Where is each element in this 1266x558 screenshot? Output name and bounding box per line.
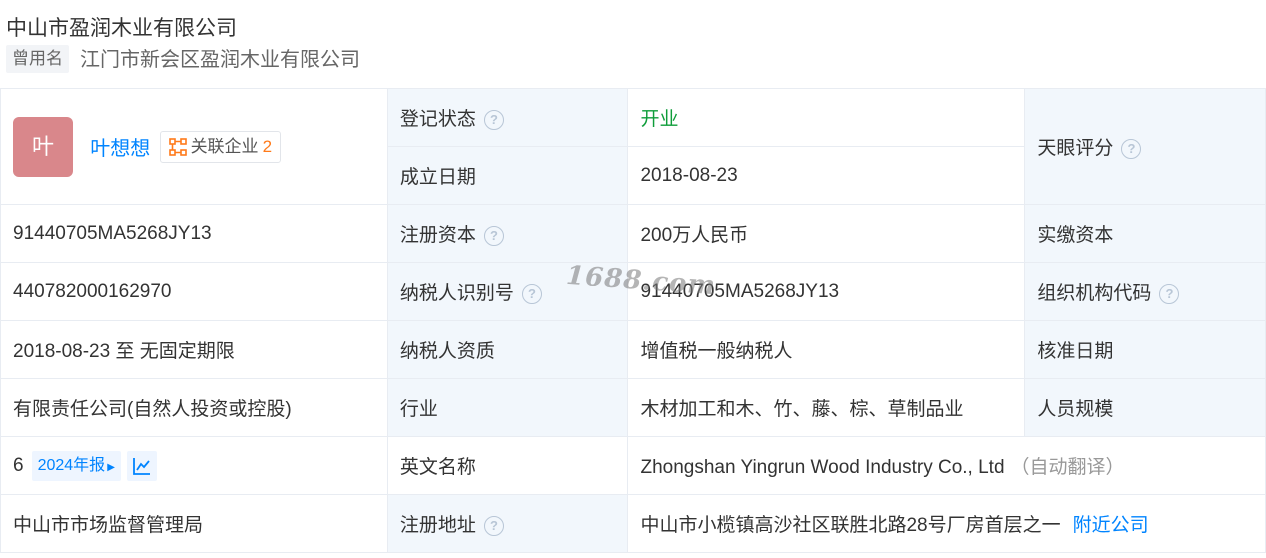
- label-english-name: 英文名称: [386, 436, 629, 495]
- question-circle-icon[interactable]: ?: [521, 283, 542, 304]
- related-label: 关联企业: [190, 136, 259, 156]
- value-english-name: Zhongshan Yingrun Wood Industry Co., Ltd…: [627, 436, 1266, 495]
- company-name: 中山市盈润木业有限公司: [6, 17, 237, 40]
- question-circle-icon[interactable]: ?: [483, 109, 504, 130]
- value-reg-status: 开业: [627, 88, 1026, 147]
- nearby-companies-link[interactable]: 附近公司: [1073, 515, 1149, 536]
- network-icon: [168, 138, 187, 156]
- label-org-code: 组织机构代码?: [1024, 262, 1266, 321]
- label-tianyan-score: 天眼评分?: [1024, 88, 1266, 205]
- value-taxpayer-quality: 增值税一般纳税人: [627, 320, 1026, 379]
- value-industry: 木材加工和木、竹、藤、棕、草制品业: [627, 378, 1026, 437]
- related-count: 2: [262, 136, 273, 156]
- legal-representative-cell: 叶 叶想想 关联企业 2: [0, 88, 388, 205]
- line-chart-icon[interactable]: [126, 450, 157, 481]
- label-reg-status: 登记状态?: [386, 88, 629, 147]
- value-business-term: 2018-08-23 至 无固定期限: [0, 320, 388, 379]
- value-credit-code: 91440705MA5268JY13: [0, 204, 388, 263]
- label-reg-address: 注册地址?: [386, 494, 629, 553]
- legal-rep-name-link[interactable]: 叶想想: [90, 138, 150, 160]
- caret-right-icon: ▶: [107, 461, 115, 473]
- label-founded-date: 成立日期: [386, 146, 629, 205]
- label-taxpayer-quality: 纳税人资质: [386, 320, 629, 379]
- label-approval-date: 核准日期: [1024, 320, 1266, 379]
- label-staff-size: 人员规模: [1024, 378, 1266, 437]
- related-companies-tag[interactable]: 关联企业 2: [159, 130, 282, 163]
- question-circle-icon[interactable]: ?: [483, 515, 504, 536]
- label-taxpayer-id: 纳税人识别号?: [386, 262, 629, 321]
- value-company-type: 有限责任公司(自然人投资或控股): [0, 378, 388, 437]
- value-reg-capital: 200万人民币: [627, 204, 1026, 263]
- label-reg-capital: 注册资本?: [386, 204, 629, 263]
- former-company-name: 江门市新会区盈润木业有限公司: [80, 49, 360, 71]
- question-circle-icon[interactable]: ?: [1159, 283, 1180, 304]
- company-header: 中山市盈润木业有限公司 曾用名 江门市新会区盈润木业有限公司: [0, 0, 1266, 88]
- value-taxpayer-id: 91440705MA5268JY13: [627, 262, 1026, 321]
- annual-report-link[interactable]: 2024年报 ▶: [31, 450, 121, 481]
- former-name-tag: 曾用名: [6, 45, 69, 73]
- value-founded-date: 2018-08-23: [627, 146, 1026, 205]
- company-info-table: 叶 叶想想 关联企业 2 登记状态? 开业 天眼评分? 成立日期 2018-08-…: [0, 88, 1266, 553]
- value-address: 中山市小榄镇高沙社区联胜北路28号厂房首层之一 附近公司: [627, 494, 1266, 553]
- auto-translate-note: （自动翻译）: [1010, 457, 1125, 478]
- value-authority: 中山市市场监督管理局: [0, 494, 388, 553]
- question-circle-icon[interactable]: ?: [1121, 138, 1142, 159]
- question-circle-icon[interactable]: ?: [483, 225, 504, 246]
- avatar: 叶: [13, 116, 73, 177]
- value-insured-count: 6 2024年报 ▶: [0, 436, 388, 495]
- label-industry: 行业: [386, 378, 629, 437]
- value-reg-number: 440782000162970: [0, 262, 388, 321]
- label-paid-capital: 实缴资本: [1024, 204, 1266, 263]
